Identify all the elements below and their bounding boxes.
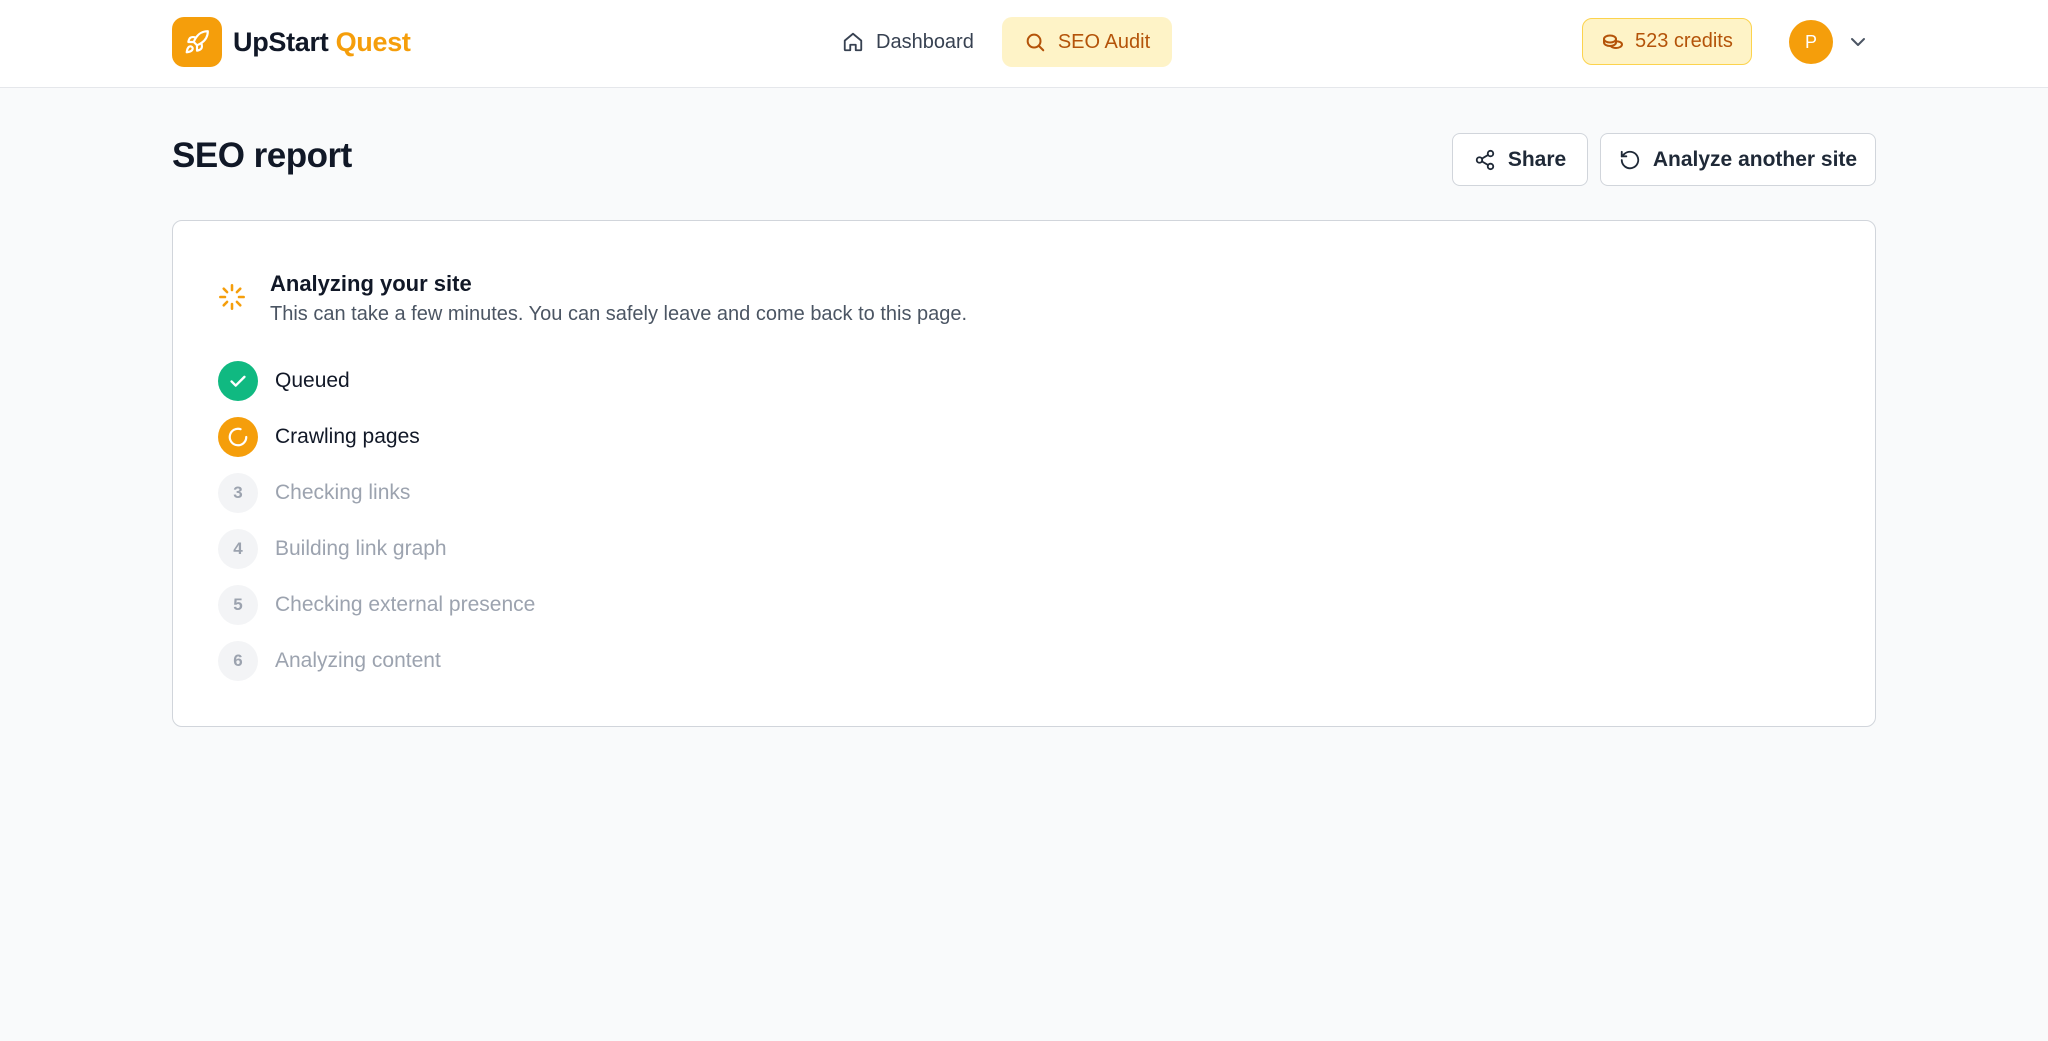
analyze-another-site-button[interactable]: Analyze another site bbox=[1600, 133, 1876, 186]
step-number: 3 bbox=[218, 473, 258, 513]
page-title: SEO report bbox=[172, 136, 352, 175]
check-icon bbox=[218, 361, 258, 401]
rotate-ccw-icon bbox=[1620, 150, 1640, 169]
step-number: 5 bbox=[218, 585, 258, 625]
step-analyzing-content: 6 Analyzing content bbox=[218, 641, 441, 681]
brand-name-accent: Quest bbox=[335, 26, 411, 57]
credits-label: 523 credits bbox=[1635, 30, 1733, 52]
search-icon bbox=[1026, 33, 1045, 52]
step-label: Queued bbox=[275, 369, 350, 392]
credits-badge[interactable]: 523 credits bbox=[1582, 18, 1752, 65]
nav-item-label: Dashboard bbox=[876, 30, 974, 53]
rocket-icon bbox=[172, 17, 222, 67]
step-crawling-pages: Crawling pages bbox=[218, 417, 420, 457]
share-button-label: Share bbox=[1507, 147, 1567, 171]
status-title: Analyzing your site bbox=[270, 271, 472, 296]
step-queued: Queued bbox=[218, 361, 350, 401]
step-label: Checking links bbox=[275, 481, 411, 504]
home-icon bbox=[843, 32, 863, 52]
step-building-link-graph: 4 Building link graph bbox=[218, 529, 447, 569]
nav-item-dashboard[interactable]: Dashboard bbox=[820, 17, 996, 67]
chevron-down-icon[interactable] bbox=[1846, 30, 1870, 54]
coins-icon bbox=[1603, 34, 1623, 49]
avatar[interactable]: P bbox=[1789, 20, 1833, 64]
nav-item-label: SEO Audit bbox=[1057, 30, 1151, 53]
step-label: Analyzing content bbox=[275, 649, 441, 672]
step-label: Crawling pages bbox=[275, 425, 420, 448]
main-nav: Dashboard SEO Audit bbox=[820, 17, 1173, 67]
step-label: Checking external presence bbox=[275, 593, 536, 616]
loader-icon bbox=[218, 417, 258, 457]
status-subtitle: This can take a few minutes. You can saf… bbox=[270, 303, 968, 325]
analyze-another-site-label: Analyze another site bbox=[1652, 147, 1858, 171]
nav-item-seo-audit[interactable]: SEO Audit bbox=[1001, 17, 1173, 67]
loading-spinner-icon bbox=[219, 284, 245, 310]
share-icon bbox=[1475, 149, 1494, 170]
step-checking-external-presence: 5 Checking external presence bbox=[218, 585, 535, 625]
step-number: 4 bbox=[218, 529, 258, 569]
share-button[interactable]: Share bbox=[1452, 133, 1588, 186]
step-label: Building link graph bbox=[275, 537, 447, 560]
brand-name: UpStart Quest bbox=[233, 27, 411, 58]
brand-name-primary: UpStart bbox=[233, 26, 329, 57]
brand[interactable]: UpStart Quest bbox=[172, 17, 411, 67]
analysis-progress-card: Analyzing your site This can take a few … bbox=[172, 220, 1876, 727]
top-navbar: UpStart Quest Dashboard SEO Audit 523 cr… bbox=[0, 0, 2048, 88]
step-checking-links: 3 Checking links bbox=[218, 473, 410, 513]
step-number: 6 bbox=[218, 641, 258, 681]
